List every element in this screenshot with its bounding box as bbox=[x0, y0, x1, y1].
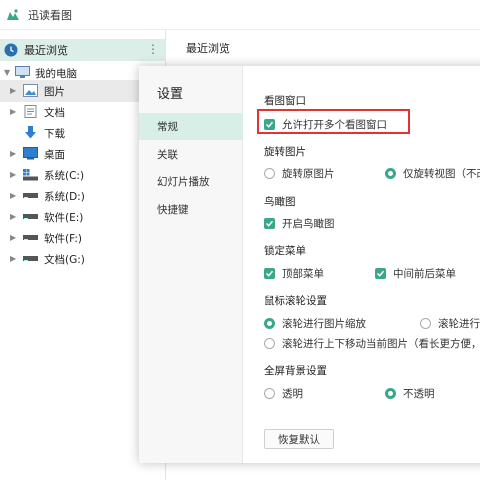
option-label: 开启鸟瞰图 bbox=[282, 218, 335, 230]
section-title-viewer-window: 看图窗口 bbox=[264, 95, 306, 107]
radio-unchecked-icon bbox=[264, 338, 275, 349]
download-arrow-icon bbox=[25, 126, 36, 139]
option-label: 透明 bbox=[282, 388, 303, 400]
restore-defaults-button[interactable]: 恢复默认 bbox=[264, 429, 334, 449]
system-drive-icon bbox=[23, 169, 38, 181]
rotate-view-only-radio[interactable]: 仅旋转视图（不改 bbox=[385, 166, 480, 181]
option-label: 允许打开多个看图窗口 bbox=[282, 119, 387, 131]
top-menu-checkbox[interactable]: 顶部菜单 bbox=[264, 266, 324, 281]
sidebar-item-label: 软件(F:) bbox=[44, 233, 82, 245]
sidebar-item-label: 系统(D:) bbox=[44, 191, 85, 203]
sidebar-item-label: 桌面 bbox=[44, 149, 65, 161]
sidebar-item-recent[interactable]: 最近浏览 ⋮ bbox=[0, 39, 166, 61]
expand-right-icon[interactable]: ▶ bbox=[10, 86, 16, 95]
settings-title: 设置 bbox=[157, 87, 184, 102]
rotate-original-radio[interactable]: 旋转原图片 bbox=[264, 166, 335, 181]
enable-birdview-checkbox[interactable]: 开启鸟瞰图 bbox=[264, 216, 335, 231]
section-title-fullscreen-bg: 全屏背景设置 bbox=[264, 365, 327, 377]
option-label: 旋转原图片 bbox=[282, 168, 335, 180]
expand-right-icon[interactable]: ▶ bbox=[10, 233, 16, 242]
radio-unchecked-icon bbox=[264, 388, 275, 399]
drive-icon bbox=[23, 256, 38, 261]
desktop-icon bbox=[23, 147, 38, 160]
sidebar-item-label: 下载 bbox=[44, 128, 65, 140]
computer-icon bbox=[15, 66, 30, 78]
title-bar: 迅读看图 bbox=[0, 0, 480, 30]
option-label: 不透明 bbox=[403, 388, 435, 400]
drive-icon bbox=[23, 235, 38, 240]
section-title-lock-menu: 锁定菜单 bbox=[264, 245, 306, 257]
checkbox-checked-icon bbox=[264, 119, 275, 130]
radio-unchecked-icon bbox=[264, 168, 275, 179]
wheel-zoom-radio[interactable]: 滚轮进行图片缩放 bbox=[264, 316, 366, 331]
sidebar-item-label: 系统(C:) bbox=[44, 170, 85, 182]
radio-checked-icon bbox=[264, 318, 275, 329]
option-label: 仅旋转视图（不改 bbox=[403, 168, 480, 180]
pictures-folder-icon bbox=[23, 84, 38, 97]
sidebar-item-label: 文档 bbox=[44, 107, 65, 119]
opaque-bg-radio[interactable]: 不透明 bbox=[385, 386, 435, 401]
checkbox-checked-icon bbox=[375, 268, 386, 279]
option-label: 滚轮进行 bbox=[438, 318, 480, 330]
expand-right-icon[interactable]: ▶ bbox=[10, 170, 16, 179]
sidebar-item-label: 最近浏览 bbox=[24, 44, 68, 57]
settings-tab-general[interactable]: 常规 bbox=[139, 113, 243, 140]
transparent-bg-radio[interactable]: 透明 bbox=[264, 386, 303, 401]
documents-folder-icon bbox=[24, 105, 37, 118]
option-label: 顶部菜单 bbox=[282, 268, 324, 280]
sidebar-item-label: 软件(E:) bbox=[44, 212, 84, 224]
main-header-title: 最近浏览 bbox=[186, 42, 230, 55]
settings-nav: 设置 常规 关联 幻灯片播放 快捷键 bbox=[139, 66, 243, 463]
expand-right-icon[interactable]: ▶ bbox=[10, 254, 16, 263]
radio-checked-icon bbox=[385, 168, 396, 179]
app-logo-icon bbox=[7, 8, 19, 20]
expand-down-icon[interactable]: ▼ bbox=[4, 68, 10, 77]
expand-right-icon[interactable]: ▶ bbox=[10, 191, 16, 200]
radio-unchecked-icon bbox=[420, 318, 431, 329]
section-title-wheel: 鼠标滚轮设置 bbox=[264, 295, 327, 307]
sidebar-item-label: 文档(G:) bbox=[44, 254, 85, 266]
sidebar-item-label: 我的电脑 bbox=[35, 68, 77, 80]
main-header: 最近浏览 bbox=[166, 30, 480, 66]
wheel-scroll-radio[interactable]: 滚轮进行 bbox=[420, 316, 480, 331]
option-label: 中间前后菜单 bbox=[393, 268, 456, 280]
app-title: 迅读看图 bbox=[28, 8, 72, 22]
option-label: 滚轮进行图片缩放 bbox=[282, 318, 366, 330]
sidebar-item-label: 图片 bbox=[44, 86, 65, 98]
middle-menu-checkbox[interactable]: 中间前后菜单 bbox=[375, 266, 456, 281]
clock-icon bbox=[4, 43, 18, 57]
drive-icon bbox=[23, 214, 38, 219]
settings-tab-slideshow[interactable]: 幻灯片播放 bbox=[139, 168, 243, 195]
settings-dialog: 设置 常规 关联 幻灯片播放 快捷键 看图窗口 允许打开多个看图窗口 旋转图片 … bbox=[139, 66, 480, 463]
radio-checked-icon bbox=[385, 388, 396, 399]
expand-right-icon[interactable]: ▶ bbox=[10, 149, 16, 158]
section-title-birdview: 鸟瞰图 bbox=[264, 196, 296, 208]
settings-tab-shortcuts[interactable]: 快捷键 bbox=[139, 196, 243, 223]
drive-icon bbox=[23, 193, 38, 198]
settings-content: 看图窗口 允许打开多个看图窗口 旋转图片 旋转原图片 仅旋转视图（不改 鸟瞰图 … bbox=[243, 66, 480, 463]
allow-multiple-windows-checkbox[interactable]: 允许打开多个看图窗口 bbox=[264, 117, 387, 132]
checkbox-checked-icon bbox=[264, 268, 275, 279]
option-label: 滚轮进行上下移动当前图片（看长更方便， bbox=[282, 338, 480, 350]
checkbox-checked-icon bbox=[264, 218, 275, 229]
more-options-icon[interactable]: ⋮ bbox=[147, 42, 159, 56]
expand-right-icon[interactable]: ▶ bbox=[10, 212, 16, 221]
section-title-rotate: 旋转图片 bbox=[264, 146, 306, 158]
settings-tab-association[interactable]: 关联 bbox=[139, 141, 243, 168]
wheel-move-radio[interactable]: 滚轮进行上下移动当前图片（看长更方便， bbox=[264, 336, 480, 351]
expand-right-icon[interactable]: ▶ bbox=[10, 107, 16, 116]
